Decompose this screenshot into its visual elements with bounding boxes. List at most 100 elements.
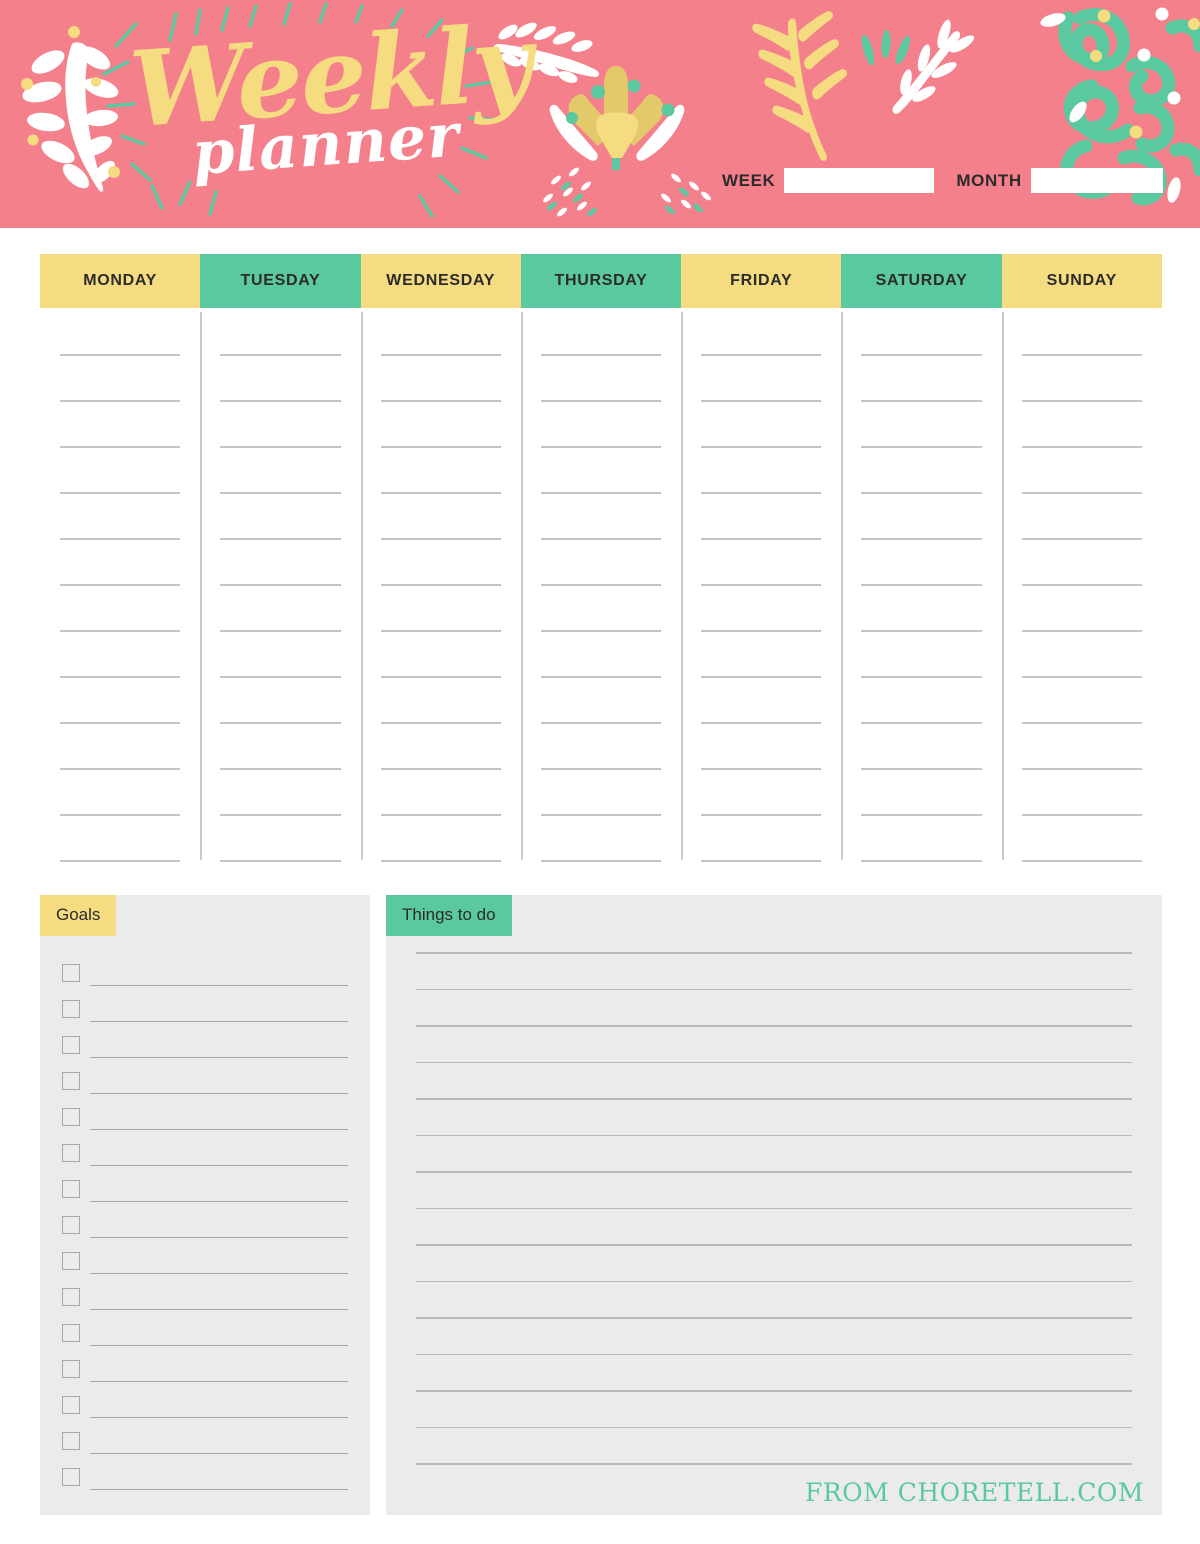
goal-write-line[interactable]	[90, 1236, 348, 1238]
day-write-line[interactable]	[220, 492, 341, 494]
day-entry-area[interactable]	[681, 308, 841, 864]
day-write-line[interactable]	[861, 860, 982, 862]
day-entry-area[interactable]	[841, 308, 1001, 864]
day-write-line[interactable]	[60, 814, 181, 816]
day-write-line[interactable]	[60, 860, 181, 862]
goal-checkbox[interactable]	[62, 1180, 80, 1198]
day-write-line[interactable]	[220, 354, 341, 356]
day-write-line[interactable]	[380, 676, 501, 678]
day-write-line[interactable]	[220, 860, 341, 862]
day-write-line[interactable]	[861, 630, 982, 632]
day-write-line[interactable]	[1021, 860, 1142, 862]
day-write-line[interactable]	[701, 722, 822, 724]
day-write-line[interactable]	[701, 538, 822, 540]
todo-write-line[interactable]	[416, 1061, 1132, 1063]
day-entry-area[interactable]	[520, 308, 681, 864]
goal-write-line[interactable]	[90, 1344, 348, 1346]
todo-write-line[interactable]	[416, 988, 1132, 990]
day-write-line[interactable]	[861, 446, 982, 448]
day-write-line[interactable]	[540, 354, 662, 356]
goal-checkbox[interactable]	[62, 1396, 80, 1414]
day-write-line[interactable]	[540, 860, 662, 862]
day-write-line[interactable]	[701, 768, 822, 770]
goal-checkbox[interactable]	[62, 1144, 80, 1162]
day-header-sunday[interactable]: SUNDAY	[1001, 254, 1162, 308]
day-write-line[interactable]	[220, 446, 341, 448]
day-write-line[interactable]	[861, 676, 982, 678]
day-write-line[interactable]	[220, 400, 341, 402]
goal-checkbox[interactable]	[62, 1288, 80, 1306]
goal-write-line[interactable]	[90, 1416, 348, 1418]
day-write-line[interactable]	[701, 676, 822, 678]
day-write-line[interactable]	[701, 446, 822, 448]
day-write-line[interactable]	[1021, 538, 1142, 540]
goal-checkbox[interactable]	[62, 1036, 80, 1054]
day-write-line[interactable]	[220, 814, 341, 816]
day-write-line[interactable]	[380, 860, 501, 862]
todo-write-line[interactable]	[416, 1098, 1132, 1100]
day-write-line[interactable]	[220, 630, 341, 632]
goal-checkbox[interactable]	[62, 1108, 80, 1126]
day-header-saturday[interactable]: SATURDAY	[841, 254, 1002, 308]
day-write-line[interactable]	[540, 722, 662, 724]
day-write-line[interactable]	[861, 354, 982, 356]
goal-write-line[interactable]	[90, 1164, 348, 1166]
todo-write-line[interactable]	[416, 1317, 1132, 1319]
day-write-line[interactable]	[540, 814, 662, 816]
day-write-line[interactable]	[701, 354, 822, 356]
day-write-line[interactable]	[540, 584, 662, 586]
day-write-line[interactable]	[540, 768, 662, 770]
day-header-thursday[interactable]: THURSDAY	[520, 254, 682, 308]
week-input[interactable]	[784, 168, 935, 193]
day-write-line[interactable]	[380, 584, 501, 586]
day-write-line[interactable]	[60, 354, 181, 356]
goal-write-line[interactable]	[90, 984, 348, 986]
todo-write-line[interactable]	[416, 1025, 1132, 1027]
day-write-line[interactable]	[1021, 676, 1142, 678]
day-write-line[interactable]	[861, 400, 982, 402]
day-write-line[interactable]	[861, 584, 982, 586]
goal-write-line[interactable]	[90, 1200, 348, 1202]
day-write-line[interactable]	[1021, 768, 1142, 770]
day-header-friday[interactable]: FRIDAY	[681, 254, 842, 308]
day-write-line[interactable]	[60, 538, 181, 540]
goal-write-line[interactable]	[90, 1380, 348, 1382]
day-write-line[interactable]	[701, 400, 822, 402]
goal-checkbox[interactable]	[62, 1324, 80, 1342]
day-write-line[interactable]	[1021, 630, 1142, 632]
day-write-line[interactable]	[60, 400, 181, 402]
goal-write-line[interactable]	[90, 1488, 348, 1490]
todo-write-line[interactable]	[416, 1280, 1132, 1282]
day-write-line[interactable]	[1021, 722, 1142, 724]
todo-write-line[interactable]	[416, 1353, 1132, 1355]
goal-write-line[interactable]	[90, 1092, 348, 1094]
day-write-line[interactable]	[540, 446, 662, 448]
day-write-line[interactable]	[1021, 584, 1142, 586]
day-write-line[interactable]	[861, 492, 982, 494]
day-write-line[interactable]	[220, 676, 341, 678]
todo-write-line[interactable]	[416, 1390, 1132, 1392]
day-write-line[interactable]	[220, 584, 341, 586]
day-write-line[interactable]	[1021, 400, 1142, 402]
goal-write-line[interactable]	[90, 1020, 348, 1022]
day-write-line[interactable]	[380, 446, 501, 448]
day-write-line[interactable]	[1021, 446, 1142, 448]
day-write-line[interactable]	[380, 492, 501, 494]
day-write-line[interactable]	[60, 630, 181, 632]
goal-write-line[interactable]	[90, 1272, 348, 1274]
goal-checkbox[interactable]	[62, 1216, 80, 1234]
day-write-line[interactable]	[861, 768, 982, 770]
goal-checkbox[interactable]	[62, 964, 80, 982]
day-write-line[interactable]	[701, 630, 822, 632]
day-write-line[interactable]	[701, 584, 822, 586]
day-entry-area[interactable]	[1001, 308, 1162, 864]
day-write-line[interactable]	[60, 676, 181, 678]
day-write-line[interactable]	[60, 446, 181, 448]
goal-checkbox[interactable]	[62, 1468, 80, 1486]
month-input[interactable]	[1030, 168, 1163, 193]
day-header-tuesday[interactable]: TUESDAY	[200, 254, 361, 308]
day-write-line[interactable]	[861, 722, 982, 724]
goal-write-line[interactable]	[90, 1128, 348, 1130]
day-header-monday[interactable]: MONDAY	[40, 254, 201, 308]
day-write-line[interactable]	[380, 354, 501, 356]
